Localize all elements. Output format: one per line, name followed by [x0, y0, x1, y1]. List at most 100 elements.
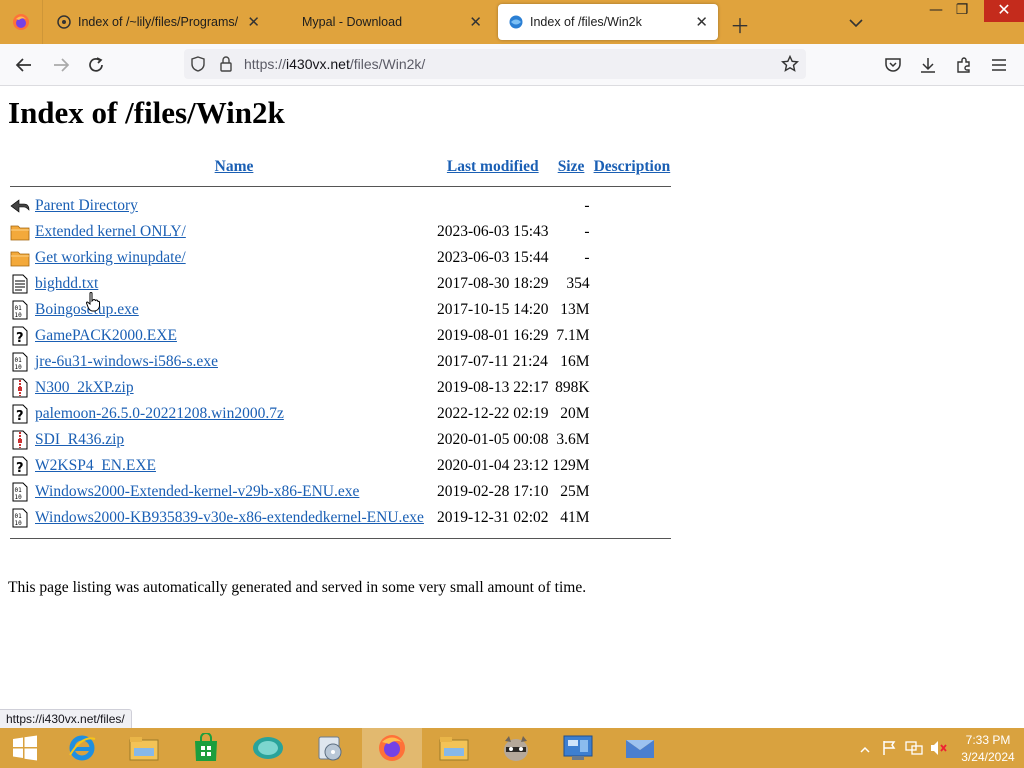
downloads-icon[interactable]	[917, 54, 939, 76]
description-cell	[593, 505, 672, 531]
hamburger-menu-icon[interactable]	[988, 54, 1010, 76]
unknown-file-icon: ?	[10, 453, 32, 479]
size-cell: -	[584, 197, 590, 214]
modified-cell: 2019-12-31 02:02	[437, 509, 549, 526]
name-cell: Extended kernel ONLY/	[34, 219, 434, 245]
control-panel-icon[interactable]	[548, 728, 608, 768]
modified-cell: 2019-08-01 16:29	[437, 327, 549, 344]
size-cell: 41M	[560, 509, 590, 526]
mail-app-icon[interactable]	[610, 728, 670, 768]
network-icon[interactable]	[905, 740, 923, 760]
close-tab-icon[interactable]: ✕	[469, 13, 482, 31]
compressed-file-icon	[10, 427, 32, 453]
size-cell: 7.1M	[556, 327, 590, 344]
header-divider	[10, 179, 672, 193]
footer-divider	[10, 531, 672, 545]
sort-by-modified-link[interactable]: Last modified	[447, 158, 539, 175]
clock-time[interactable]: 7:33 PM	[957, 733, 1019, 747]
show-hidden-icons-chevron-icon[interactable]	[860, 740, 870, 759]
url-host: i430vx.net	[286, 56, 350, 72]
maximize-icon[interactable]: ❐	[947, 0, 977, 22]
file-link[interactable]: palemoon-26.5.0-20221208.win2000.7z	[35, 405, 284, 422]
compressed-file-icon	[10, 375, 32, 401]
size-cell: -	[584, 223, 590, 240]
name-cell: GamePACK2000.EXE	[34, 323, 434, 349]
url-text[interactable]: https://i430vx.net/files/Win2k/	[244, 56, 425, 72]
description-cell	[593, 297, 672, 323]
forward-arrow-icon[interactable]	[50, 54, 72, 76]
tab-mypal[interactable]: Mypal - Download ✕	[276, 4, 492, 40]
file-link[interactable]: Get working winupdate/	[35, 249, 186, 266]
table-row: ? palemoon-26.5.0-20221208.win2000.7z 2022…	[10, 401, 671, 427]
store-icon[interactable]	[176, 728, 236, 768]
description-cell	[593, 375, 672, 401]
firefox-icon[interactable]	[362, 728, 422, 768]
extensions-icon[interactable]	[953, 54, 975, 76]
folder-icon	[10, 219, 32, 245]
windows-taskbar: 7:33 PM 3/24/2024	[0, 728, 1024, 768]
close-tab-icon[interactable]: ✕	[247, 13, 260, 31]
close-window-icon[interactable]: ✕	[984, 0, 1024, 22]
reload-icon[interactable]	[85, 54, 107, 76]
lock-icon[interactable]	[219, 56, 233, 72]
pocket-icon[interactable]	[882, 54, 904, 76]
messenger-icon[interactable]	[238, 728, 298, 768]
start-icon[interactable]	[0, 728, 50, 768]
url-bar[interactable]: https://i430vx.net/files/Win2k/	[184, 49, 806, 79]
description-cell	[593, 193, 672, 219]
file-explorer-icon[interactable]	[424, 728, 484, 768]
sort-by-description-link[interactable]: Description	[594, 158, 671, 175]
sort-by-size-link[interactable]: Size	[558, 158, 585, 175]
file-link[interactable]: Parent Directory	[35, 197, 138, 214]
chevron-down-icon[interactable]	[849, 13, 863, 32]
name-cell: Windows2000-Extended-kernel-v29b-x86-ENU…	[34, 479, 434, 505]
clock-date[interactable]: 3/24/2024	[957, 750, 1019, 764]
file-link[interactable]: jre-6u31-windows-i586-s.exe	[35, 353, 218, 370]
file-link[interactable]: W2KSP4_EN.EXE	[35, 457, 156, 474]
firefox-view-icon[interactable]	[0, 0, 43, 44]
server-footer-text: This page listing was automatically gene…	[8, 579, 587, 596]
table-row: SDI_R436.zip 2020-01-05 00:08 3.6M	[10, 427, 671, 453]
tab-programs[interactable]: Index of /~lily/files/Programs/ ✕	[46, 4, 270, 40]
size-cell: 25M	[560, 483, 590, 500]
file-explorer-icon[interactable]	[114, 728, 174, 768]
description-cell	[593, 453, 672, 479]
back-arrow-icon[interactable]	[13, 54, 35, 76]
action-center-flag-icon[interactable]	[881, 740, 897, 760]
internet-explorer-icon[interactable]	[52, 728, 112, 768]
table-row: Extended kernel ONLY/2023-06-03 15:43 -	[10, 219, 671, 245]
file-link[interactable]: GamePACK2000.EXE	[35, 327, 177, 344]
raccoon-app-icon[interactable]	[486, 728, 546, 768]
modified-cell: 2019-02-28 17:10	[437, 483, 549, 500]
shield-icon[interactable]	[190, 56, 206, 72]
binary-file-icon: 01 10	[10, 479, 32, 505]
svg-text:10: 10	[15, 494, 23, 501]
url-scheme: https://	[244, 56, 287, 72]
status-bar-url: https://i430vx.net/files/	[0, 709, 132, 729]
svg-text:?: ?	[16, 331, 24, 346]
table-row: Get working winupdate/2023-06-03 15:44 -	[10, 245, 671, 271]
media-player-icon[interactable]	[300, 728, 360, 768]
svg-text:10: 10	[15, 364, 23, 371]
file-link[interactable]: N300_2kXP.zip	[35, 379, 134, 396]
description-cell	[593, 401, 672, 427]
svg-text:10: 10	[15, 520, 23, 527]
bookmark-star-icon[interactable]	[781, 55, 799, 73]
close-tab-icon[interactable]: ✕	[695, 13, 708, 31]
size-cell: 129M	[552, 457, 590, 474]
table-row: ? GamePACK2000.EXE 2019-08-01 16:29 7.1M	[10, 323, 671, 349]
volume-muted-icon[interactable]	[930, 740, 948, 760]
file-link[interactable]: Windows2000-KB935839-v30e-x86-extendedke…	[35, 509, 424, 526]
svg-text:01: 01	[15, 513, 23, 520]
file-link[interactable]: Extended kernel ONLY/	[35, 223, 186, 240]
tab-win2k-active[interactable]: Index of /files/Win2k ✕	[498, 4, 718, 40]
file-link[interactable]: bighdd.txt	[35, 275, 98, 292]
size-cell: 898K	[555, 379, 590, 396]
sort-by-name-link[interactable]: Name	[215, 158, 254, 175]
modified-cell: 2017-08-30 18:29	[437, 275, 549, 292]
description-cell	[593, 219, 672, 245]
new-tab-plus-icon[interactable]: ＋	[730, 10, 750, 39]
file-link[interactable]: SDI_R436.zip	[35, 431, 124, 448]
file-link[interactable]: Windows2000-Extended-kernel-v29b-x86-ENU…	[35, 483, 359, 500]
modified-cell: 2020-01-05 00:08	[437, 431, 549, 448]
